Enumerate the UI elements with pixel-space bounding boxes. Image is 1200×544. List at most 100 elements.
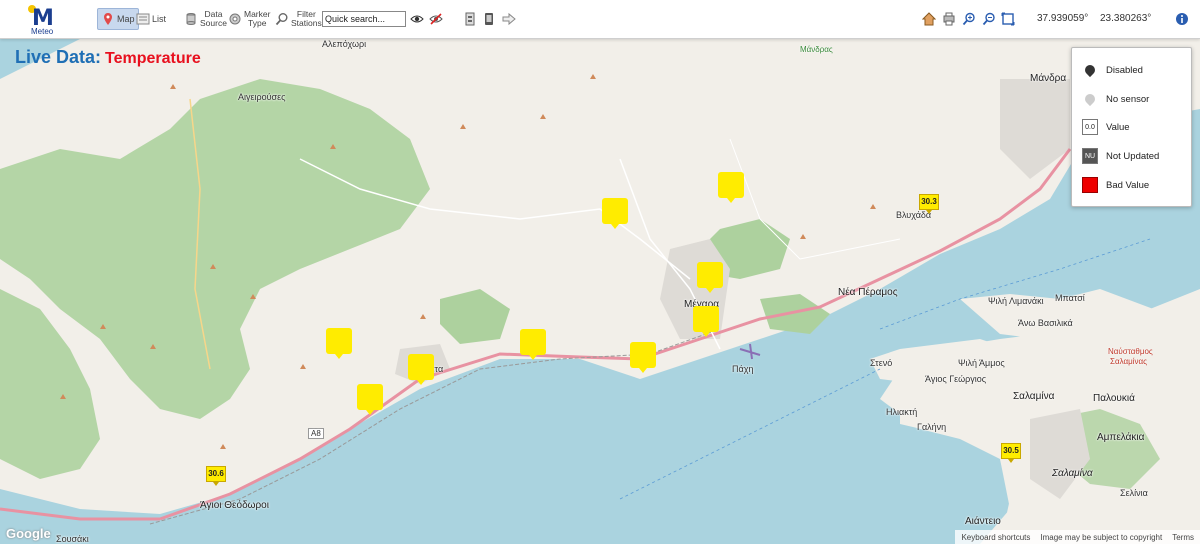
map-view-button[interactable]: Map <box>97 8 139 30</box>
place-agios-georgios: Άγιος Γεώργιος <box>925 374 987 384</box>
list-view-label: List <box>152 14 167 24</box>
legend-label: Bad Value <box>1106 179 1150 191</box>
latitude-readout: 37.939059° <box>1037 13 1089 24</box>
fit-extent-button[interactable] <box>1001 8 1015 30</box>
layers-button[interactable] <box>463 8 477 30</box>
quick-search-input[interactable] <box>322 11 406 27</box>
station-marker[interactable] <box>602 198 628 229</box>
list-icon <box>136 12 150 26</box>
logo-text: Meteo <box>31 27 54 36</box>
legend-item-disabled: Disabled <box>1082 60 1143 80</box>
place-naval-base-2: Σαλαμίνας <box>1110 357 1147 366</box>
live-data-title: Live Data: Temperature <box>15 47 201 68</box>
place-galini: Γαλήνη <box>917 422 947 432</box>
copyright-notice: Image may be subject to copyright <box>1040 532 1163 542</box>
zoom-in-button[interactable] <box>962 8 976 30</box>
legend-panel: Disabled No sensor 0.0 Value NU Not Upda… <box>1071 47 1192 207</box>
data-source-button[interactable]: Data Source <box>184 8 227 30</box>
marker-type-button[interactable]: Marker Type <box>228 8 270 30</box>
list-view-button[interactable]: List <box>136 8 166 30</box>
map-canvas[interactable]: Αλεπόχωρι Αιγειρούσες Μάνδρας Μάνδρα Βλυ… <box>0 39 1200 544</box>
legend-item-value: 0.0 Value <box>1082 117 1130 137</box>
legend-label: Disabled <box>1106 64 1143 76</box>
place-ampelakia: Αμπελάκια <box>1097 432 1145 443</box>
meteo-logo[interactable]: M Meteo <box>26 4 62 36</box>
place-aianteio: Αιάντειο <box>965 516 1001 527</box>
station-marker[interactable] <box>357 384 383 415</box>
eye-icon <box>410 12 424 26</box>
eye-slash-icon <box>429 12 443 26</box>
zoom-out-icon <box>982 12 996 26</box>
arrow-right-icon <box>502 12 516 26</box>
device-icon <box>482 12 496 26</box>
place-pachi: Πάχη <box>732 364 754 374</box>
legend-label: Value <box>1106 121 1130 133</box>
no-sensor-pin-icon <box>1082 89 1098 109</box>
terms-link[interactable]: Terms <box>1172 533 1194 542</box>
place-salamina: Σαλαμίνα <box>1013 391 1055 402</box>
legend-item-no-sensor: No sensor <box>1082 89 1149 109</box>
place-soussaki: Σουσάκι <box>56 534 89 544</box>
zoom-in-icon <box>962 12 976 26</box>
not-updated-box-icon: NU <box>1082 148 1098 164</box>
print-button[interactable] <box>942 8 956 30</box>
toolbar: M Meteo Map List Data Source Marker Type <box>0 0 1200 39</box>
station-marker[interactable] <box>693 306 719 337</box>
place-salamina-italic: Σαλαμίνα <box>1052 468 1093 479</box>
value-box-icon: 0.0 <box>1082 119 1098 135</box>
magnifier-icon <box>275 12 289 26</box>
place-paloukia: Παλουκιά <box>1093 393 1135 404</box>
database-icon <box>184 12 198 26</box>
legend-label: No sensor <box>1106 93 1150 105</box>
place-ano-vasilika: Άνω Βασιλικά <box>1018 318 1073 328</box>
place-nea-peramos: Νέα Πέραμος <box>838 287 898 298</box>
map-pin-icon <box>101 12 115 26</box>
map-view-label: Map <box>117 14 135 24</box>
place-mandra: Μάνδρα <box>1030 73 1067 84</box>
station-marker[interactable] <box>408 354 434 385</box>
place-naval-base-1: Ναύσταθμος <box>1108 347 1153 356</box>
device-button[interactable] <box>482 8 496 30</box>
live-data-parameter: Temperature <box>105 50 201 67</box>
marker-gear-icon <box>228 12 242 26</box>
station-marker[interactable] <box>718 172 744 203</box>
bad-value-box-icon <box>1082 177 1098 193</box>
longitude-readout: 23.380263° <box>1100 13 1152 24</box>
station-marker[interactable] <box>520 329 546 360</box>
print-icon <box>942 12 956 26</box>
filter-stations-button[interactable]: Filter Stations <box>275 8 322 30</box>
legend-label: Not Updated <box>1106 150 1160 162</box>
highway-shield-a8: A8 <box>308 428 324 439</box>
station-value-marker[interactable]: 30.6 <box>206 466 226 486</box>
google-logo: Google <box>6 526 51 541</box>
marker-type-label-2: Type <box>248 18 267 28</box>
place-alepochori: Αλεπόχωρι <box>322 39 367 49</box>
map-footer: Keyboard shortcuts Image may be subject … <box>955 530 1200 544</box>
place-aigeirouses: Αιγειρούσες <box>238 92 286 102</box>
show-eye-button[interactable] <box>410 8 424 30</box>
map-base <box>0 39 1200 544</box>
place-mandra-small: Μάνδρας <box>800 45 833 54</box>
live-data-prefix: Live Data: <box>15 47 102 67</box>
legend-item-bad-value: Bad Value <box>1082 175 1149 195</box>
station-value-marker[interactable]: 30.5 <box>1001 443 1021 463</box>
layers-icon <box>463 12 477 26</box>
keyboard-shortcuts-link[interactable]: Keyboard shortcuts <box>961 533 1030 542</box>
fit-extent-icon <box>1001 12 1015 26</box>
place-psili-ammos: Ψιλή Άμμος <box>958 358 1005 368</box>
filter-stations-label-2: Stations <box>291 18 322 28</box>
home-button[interactable] <box>921 8 937 30</box>
zoom-out-button[interactable] <box>982 8 996 30</box>
info-icon <box>1175 12 1189 26</box>
hide-eye-button[interactable] <box>429 8 443 30</box>
place-steno: Στενό <box>870 358 893 368</box>
export-button[interactable] <box>502 8 516 30</box>
info-button[interactable] <box>1175 8 1189 30</box>
station-marker[interactable] <box>326 328 352 359</box>
place-iliakti: Ηλιακτή <box>886 407 918 417</box>
disabled-pin-icon <box>1082 60 1098 80</box>
place-psili-limanaki: Ψιλή Λιμανάκι <box>988 296 1044 306</box>
station-marker[interactable] <box>697 262 723 293</box>
station-marker[interactable] <box>630 342 656 373</box>
station-value-marker[interactable]: 30.3 <box>919 194 939 214</box>
